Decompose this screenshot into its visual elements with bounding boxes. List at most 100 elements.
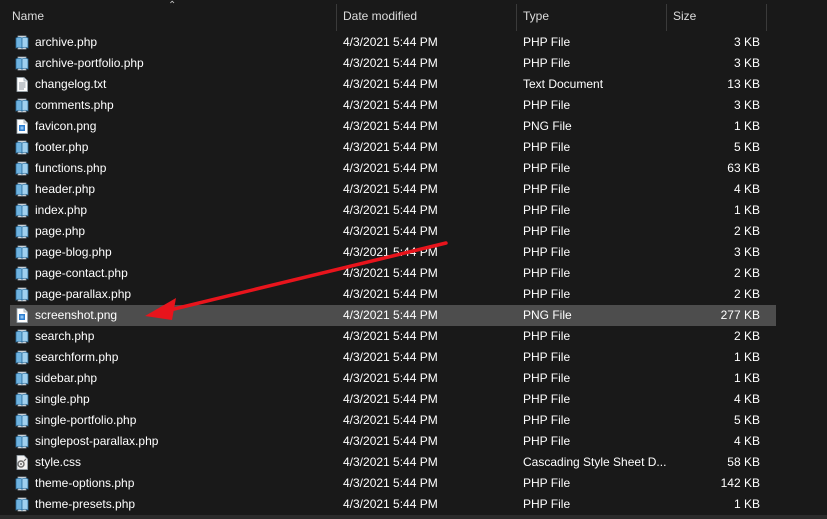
- file-name: page-contact.php: [35, 266, 128, 280]
- png-file-icon: [15, 119, 29, 134]
- file-row[interactable]: functions.php 4/3/2021 5:44 PM PHP File 63 …: [10, 158, 776, 179]
- file-type: PHP File: [523, 413, 571, 427]
- php-file-icon: [15, 35, 29, 50]
- file-size: 13 KB: [727, 77, 760, 91]
- file-row[interactable]: footer.php 4/3/2021 5:44 PM PHP File 5 KB: [10, 137, 776, 158]
- file-date-modified: 4/3/2021 5:44 PM: [343, 329, 438, 343]
- file-row[interactable]: single-portfolio.php 4/3/2021 5:44 PM PHP …: [10, 410, 776, 431]
- file-size: 5 KB: [733, 140, 760, 154]
- file-row[interactable]: archive-portfolio.php 4/3/2021 5:44 PM PHP…: [10, 53, 776, 74]
- file-type: PHP File: [523, 245, 571, 259]
- file-size: 4 KB: [733, 434, 760, 448]
- file-name: theme-options.php: [35, 476, 135, 490]
- file-row[interactable]: page.php 4/3/2021 5:44 PM PHP File 2 KB: [10, 221, 776, 242]
- file-name: screenshot.png: [35, 308, 118, 322]
- file-name: theme-presets.php: [35, 497, 136, 511]
- file-date-modified: 4/3/2021 5:44 PM: [343, 119, 438, 133]
- php-file-icon: [15, 245, 29, 260]
- file-type: Cascading Style Sheet D...: [523, 455, 666, 469]
- php-file-icon: [15, 56, 29, 71]
- file-row[interactable]: searchform.php 4/3/2021 5:44 PM PHP File 1 …: [10, 347, 776, 368]
- file-name: comments.php: [35, 98, 114, 112]
- file-date-modified: 4/3/2021 5:44 PM: [343, 476, 438, 490]
- file-name: searchform.php: [35, 350, 119, 364]
- file-size: 3 KB: [733, 98, 760, 112]
- file-row[interactable]: sidebar.php 4/3/2021 5:44 PM PHP File 1 KB: [10, 368, 776, 389]
- sort-ascending-icon: ⌃: [168, 0, 177, 11]
- php-file-icon: [15, 350, 29, 365]
- file-type: PHP File: [523, 98, 571, 112]
- file-row[interactable]: favicon.png 4/3/2021 5:44 PM PNG File 1 KB: [10, 116, 776, 137]
- file-type: PHP File: [523, 350, 571, 364]
- file-size: 3 KB: [733, 35, 760, 49]
- file-row[interactable]: theme-options.php 4/3/2021 5:44 PM PHP Fil…: [10, 473, 776, 494]
- column-header-size[interactable]: Size: [667, 0, 766, 31]
- php-file-icon: [15, 224, 29, 239]
- file-date-modified: 4/3/2021 5:44 PM: [343, 371, 438, 385]
- file-row[interactable]: changelog.txt 4/3/2021 5:44 PM Text Docume…: [10, 74, 776, 95]
- php-file-icon: [15, 287, 29, 302]
- file-row[interactable]: page-contact.php 4/3/2021 5:44 PM PHP File…: [10, 263, 776, 284]
- file-name: functions.php: [35, 161, 107, 175]
- file-row[interactable]: theme-presets.php 4/3/2021 5:44 PM PHP Fil…: [10, 494, 776, 515]
- file-name: page-parallax.php: [35, 287, 132, 301]
- file-date-modified: 4/3/2021 5:44 PM: [343, 245, 438, 259]
- file-row[interactable]: header.php 4/3/2021 5:44 PM PHP File 4 KB: [10, 179, 776, 200]
- file-type: PHP File: [523, 287, 571, 301]
- file-type: PHP File: [523, 140, 571, 154]
- file-row[interactable]: page-blog.php 4/3/2021 5:44 PM PHP File 3 K…: [10, 242, 776, 263]
- css-file-icon: [15, 455, 29, 470]
- file-name: index.php: [35, 203, 88, 217]
- file-row[interactable]: comments.php 4/3/2021 5:44 PM PHP File 3 KB: [10, 95, 776, 116]
- file-row[interactable]: screenshot.png 4/3/2021 5:44 PM PNG File 27…: [10, 305, 776, 326]
- file-date-modified: 4/3/2021 5:44 PM: [343, 287, 438, 301]
- file-size: 63 KB: [727, 161, 760, 175]
- file-size: 3 KB: [733, 245, 760, 259]
- file-date-modified: 4/3/2021 5:44 PM: [343, 224, 438, 238]
- file-name: archive-portfolio.php: [35, 56, 144, 70]
- file-row[interactable]: singlepost-parallax.php 4/3/2021 5:44 PM P…: [10, 431, 776, 452]
- file-name: favicon.png: [35, 119, 97, 133]
- file-explorer: Name ⌃ Date modified Type Size archive.p…: [0, 0, 827, 519]
- file-type: PNG File: [523, 119, 572, 133]
- horizontal-scrollbar[interactable]: [0, 515, 827, 519]
- file-date-modified: 4/3/2021 5:44 PM: [343, 203, 438, 217]
- php-file-icon: [15, 182, 29, 197]
- file-type: PHP File: [523, 434, 571, 448]
- file-name: style.css: [35, 455, 82, 469]
- file-date-modified: 4/3/2021 5:44 PM: [343, 413, 438, 427]
- file-size: 2 KB: [733, 329, 760, 343]
- file-row[interactable]: archive.php 4/3/2021 5:44 PM PHP File 3 KB: [10, 32, 776, 53]
- column-header-type[interactable]: Type: [517, 0, 666, 31]
- file-size: 2 KB: [733, 287, 760, 301]
- php-file-icon: [15, 98, 29, 113]
- file-date-modified: 4/3/2021 5:44 PM: [343, 182, 438, 196]
- file-size: 1 KB: [733, 203, 760, 217]
- file-name: changelog.txt: [35, 77, 107, 91]
- file-date-modified: 4/3/2021 5:44 PM: [343, 161, 438, 175]
- file-row[interactable]: single.php 4/3/2021 5:44 PM PHP File 4 KB: [10, 389, 776, 410]
- file-type: PHP File: [523, 161, 571, 175]
- php-file-icon: [15, 371, 29, 386]
- file-name: single.php: [35, 392, 90, 406]
- file-row[interactable]: page-parallax.php 4/3/2021 5:44 PM PHP Fil…: [10, 284, 776, 305]
- column-resize-handle-size[interactable]: [766, 4, 767, 31]
- file-date-modified: 4/3/2021 5:44 PM: [343, 497, 438, 511]
- php-file-icon: [15, 329, 29, 344]
- file-name: page.php: [35, 224, 86, 238]
- file-date-modified: 4/3/2021 5:44 PM: [343, 455, 438, 469]
- file-type: PHP File: [523, 497, 571, 511]
- file-type: PHP File: [523, 203, 571, 217]
- file-size: 58 KB: [727, 455, 760, 469]
- file-row[interactable]: index.php 4/3/2021 5:44 PM PHP File 1 KB: [10, 200, 776, 221]
- file-type: PHP File: [523, 476, 571, 490]
- file-row[interactable]: search.php 4/3/2021 5:44 PM PHP File 2 KB: [10, 326, 776, 347]
- file-date-modified: 4/3/2021 5:44 PM: [343, 392, 438, 406]
- column-header-date[interactable]: Date modified: [337, 0, 516, 31]
- file-row[interactable]: style.css 4/3/2021 5:44 PM Cascading Style…: [10, 452, 776, 473]
- file-type: PHP File: [523, 56, 571, 70]
- file-date-modified: 4/3/2021 5:44 PM: [343, 350, 438, 364]
- file-date-modified: 4/3/2021 5:44 PM: [343, 434, 438, 448]
- file-size: 2 KB: [733, 224, 760, 238]
- file-name: sidebar.php: [35, 371, 98, 385]
